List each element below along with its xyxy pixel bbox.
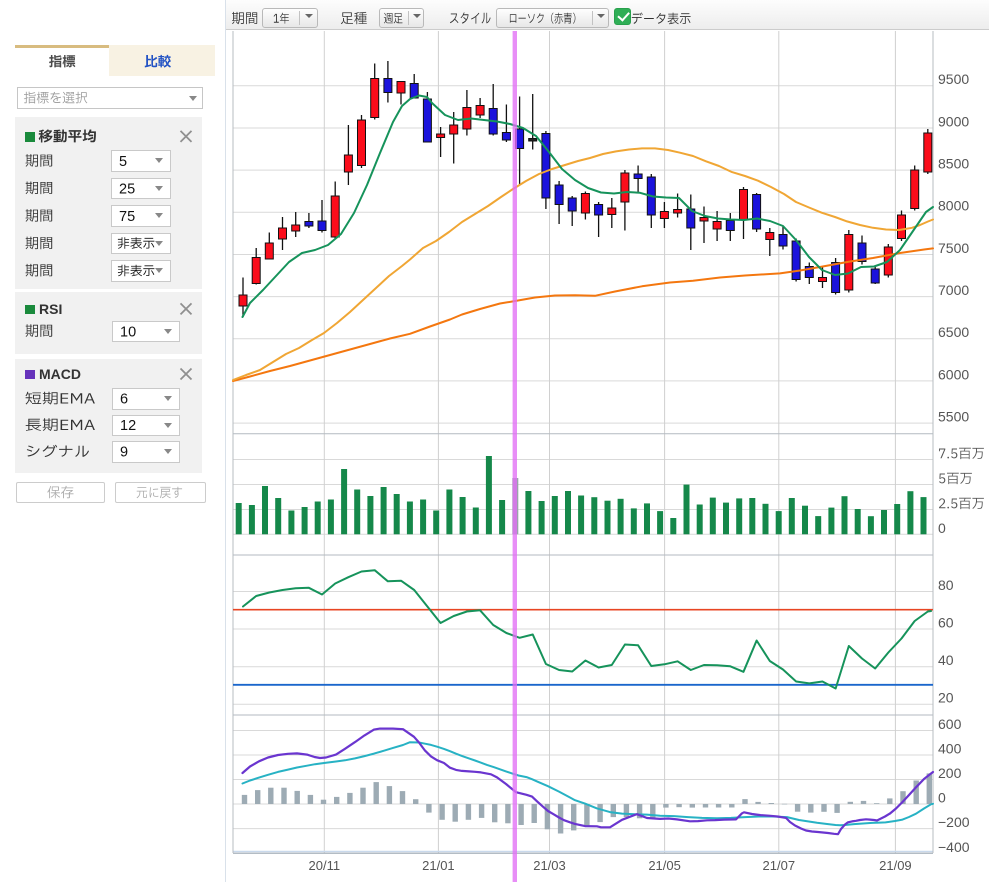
svg-text:RSI: RSI [39,301,62,317]
svg-text:12: 12 [120,418,136,434]
svg-text:20/11: 20/11 [309,858,341,873]
svg-text:7000: 7000 [938,282,969,298]
svg-text:5500: 5500 [938,409,969,425]
svg-text:200: 200 [938,765,962,781]
svg-text:20: 20 [938,690,954,706]
svg-text:60: 60 [938,614,954,630]
svg-text:0: 0 [938,520,946,536]
svg-text:9000: 9000 [938,113,969,129]
svg-text:21/03: 21/03 [533,858,566,873]
svg-text:7500: 7500 [938,240,969,256]
svg-text:40: 40 [938,652,954,668]
svg-text:75: 75 [119,209,135,225]
svg-text:6000: 6000 [938,366,969,382]
svg-text:6: 6 [120,392,128,408]
svg-text:80: 80 [938,577,954,593]
svg-text:9500: 9500 [938,71,969,87]
svg-text:8500: 8500 [938,156,969,172]
svg-text:10: 10 [120,324,136,340]
svg-text:8000: 8000 [938,198,969,214]
svg-text:MACD: MACD [39,366,81,382]
svg-text:21/05: 21/05 [648,858,681,873]
svg-text:21/07: 21/07 [763,858,796,873]
svg-text:21/09: 21/09 [879,858,912,873]
svg-text:9: 9 [120,445,128,461]
svg-text:0: 0 [938,789,946,805]
svg-text:400: 400 [938,740,962,756]
svg-text:25: 25 [119,181,135,197]
svg-text:6500: 6500 [938,324,969,340]
svg-text:600: 600 [938,716,962,732]
svg-text:5: 5 [119,154,127,170]
svg-text:−200: −200 [938,814,970,830]
svg-text:21/01: 21/01 [422,858,455,873]
svg-text:−400: −400 [938,839,970,855]
